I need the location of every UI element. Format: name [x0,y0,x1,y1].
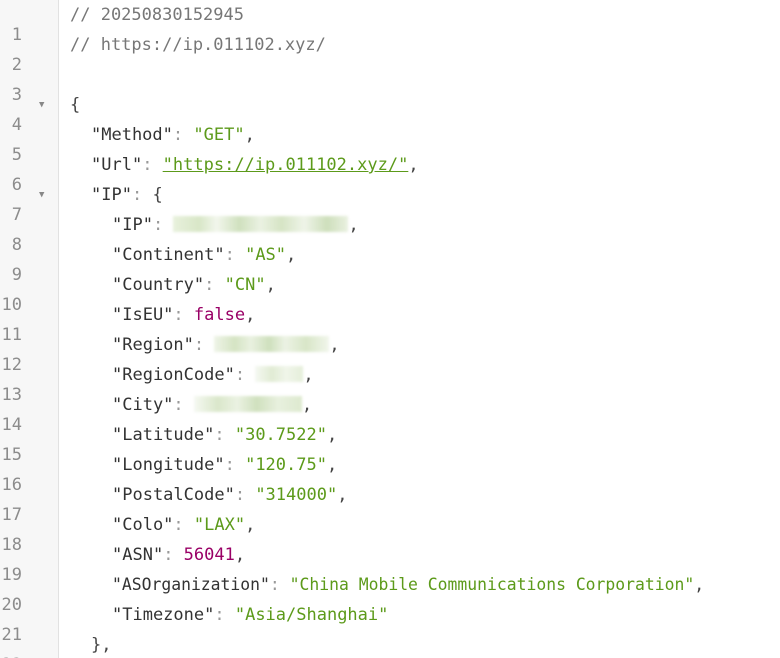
postalcode-entry: "PostalCode": "314000", [112,485,348,505]
continent-entry: "Continent": "AS", [112,245,297,265]
ip-object-key: "IP" [91,185,132,205]
code-line: 5 "Method": "GET", [0,120,780,165]
asorg-entry: "ASOrganization": "China Mobile Communic… [112,575,705,594]
open-brace: { [70,95,81,115]
code-line: 7 ▼ "IP": { [0,180,780,225]
colo-key: "Colo" [112,515,174,535]
asorg-value: "China Mobile Communications Corporation… [289,575,695,594]
asorg-key: "ASOrganization" [112,575,270,594]
code-line: 15 "Latitude": "30.7522", [0,420,780,465]
comment-url: // https://ip.011102.xyz/ [70,35,326,55]
country-entry: "Country": "CN", [112,275,276,295]
redacted-regioncode-value [255,366,304,382]
url-key: "Url" [91,155,143,175]
region-entry: "Region": , [112,335,340,355]
regioncode-entry: "RegionCode": , [112,365,314,385]
code-line: 6 "Url": "https://ip.011102.xyz/", [0,150,780,195]
iseu-entry: "IsEU": false, [112,305,256,325]
iseu-key: "IsEU" [112,305,174,325]
latitude-value: "30.7522" [234,425,327,445]
fold-arrow-icon[interactable]: ▼ [39,180,44,210]
url-entry: "Url": "https://ip.011102.xyz/", [91,155,419,175]
fold-arrow-icon[interactable]: ▼ [39,90,44,120]
code-line: 9 "Continent": "AS", [0,240,780,285]
code-line: 20 "ASOrganization": "China Mobile Commu… [0,570,780,615]
ip-key: "IP" [112,215,153,235]
postalcode-key: "PostalCode" [112,485,235,505]
comment-timestamp: // 20250830152945 [70,5,244,25]
iseu-value: false [193,305,246,325]
ip-object-entry: "IP": { [91,185,163,205]
code-line: 4 ▼ { [0,90,780,135]
timezone-entry: "Timezone": "Asia/Shanghai" [112,605,389,625]
redacted-region-value [214,336,330,352]
code-line: 19 "ASN": 56041, [0,540,780,585]
colo-value: "LAX" [193,515,246,535]
method-key: "Method" [91,125,173,145]
colo-entry: "Colo": "LAX", [112,515,256,535]
latitude-key: "Latitude" [112,425,215,445]
code-line: 18 "Colo": "LAX", [0,510,780,555]
code-line: 11 "IsEU": false, [0,300,780,345]
asn-value: 56041 [183,545,235,565]
continent-value: "AS" [245,245,287,265]
url-link[interactable]: "https://ip.011102.xyz/" [163,155,409,175]
longitude-entry: "Longitude": "120.75", [112,455,338,475]
timezone-value: "Asia/Shanghai" [234,605,389,625]
ip-entry: "IP": , [112,215,359,235]
country-value: "CN" [224,275,266,295]
longitude-key: "Longitude" [112,455,225,475]
longitude-value: "120.75" [245,455,327,475]
asn-entry: "ASN": 56041, [112,545,246,565]
code-line: 14 "City": , [0,390,780,435]
code-line: 17 "PostalCode": "314000", [0,480,780,525]
city-entry: "City": , [112,395,313,415]
asn-key: "ASN" [112,545,164,565]
code-line: 21 "Timezone": "Asia/Shanghai" [0,600,780,645]
code-line: 16 "Longitude": "120.75", [0,450,780,495]
code-editor[interactable]: 1 // 20250830152945 2 // https://ip.0111… [0,0,780,658]
code-line: 8 "IP": , [0,210,780,255]
redacted-city-value [193,396,302,412]
latitude-entry: "Latitude": "30.7522", [112,425,338,445]
code-line: 12 "Region": , [0,330,780,375]
continent-key: "Continent" [112,245,225,265]
method-value: "GET" [193,125,245,145]
region-key: "Region" [112,335,194,355]
country-key: "Country" [112,275,205,295]
redacted-ip-value [173,216,349,232]
close-brace: }, [91,635,112,655]
code-line: 22 }, [0,630,780,658]
regioncode-key: "RegionCode" [112,365,235,385]
code-line: 3 [0,60,780,105]
method-entry: "Method": "GET", [91,125,255,145]
code-line: 1 // 20250830152945 [0,0,780,45]
code-line: 2 // https://ip.011102.xyz/ [0,30,780,75]
line-number: 22 [0,650,22,658]
code-line: 13 "RegionCode": , [0,360,780,405]
city-key: "City" [112,395,174,415]
timezone-key: "Timezone" [112,605,215,625]
code-line: 10 "Country": "CN", [0,270,780,315]
postalcode-value: "314000" [255,485,338,505]
